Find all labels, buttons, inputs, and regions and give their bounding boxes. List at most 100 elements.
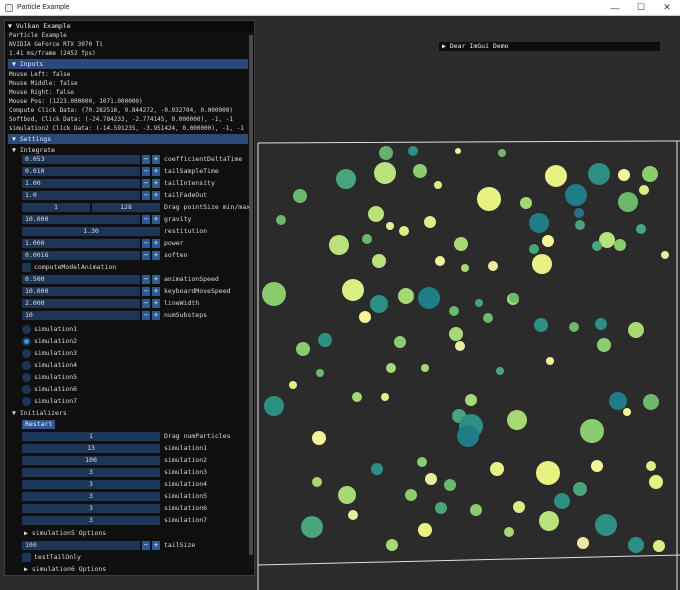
keyboard-move-speed-label: keyboardMoveSpeed [164,287,231,295]
tail-sample-time-input[interactable]: 0.010 [22,167,140,176]
simulation4-count-drag[interactable]: 3 [22,480,160,489]
restart-button[interactable]: Restart [22,420,56,429]
decrement-button[interactable]: − [142,541,150,550]
power-label: power [164,239,184,247]
simulation4-radio[interactable] [22,361,31,370]
num-substeps-input[interactable]: 10 [22,311,140,320]
simulation2-radio[interactable] [22,337,31,346]
settings-controls: 0.053 − + coefficientDeltaTime 0.010 − +… [5,155,254,575]
increment-button[interactable]: + [152,167,160,176]
restitution-slider[interactable]: 1.30 [22,227,160,236]
increment-button[interactable]: + [152,179,160,188]
collapse-arrow-icon[interactable]: ▶ [442,42,446,50]
simulation5-radio[interactable] [22,373,31,382]
increment-button[interactable]: + [152,239,160,248]
tail-fade-out-input[interactable]: 1.0 [22,191,140,200]
inputs-header[interactable]: ▼ Inputs [8,59,248,69]
simulation5-options-tree-node[interactable]: ▶ simulation5 Options [24,529,106,538]
imgui-demo-window-collapsed[interactable]: ▶ Dear ImGui Demo [439,42,660,51]
num-particles-label: Drag numParticles [164,432,231,440]
minimize-button[interactable]: — [602,0,628,16]
panel-titlebar[interactable]: ▼ Vulkan Example [5,21,254,31]
simulation1-count-drag[interactable]: 13 [22,444,160,453]
simulation3-count-label: simulation3 [164,468,208,476]
num-particles-drag[interactable]: 1 [22,432,160,441]
increment-button[interactable]: + [152,251,160,260]
particle [580,419,604,443]
simulation7-count-drag[interactable]: 3 [22,516,160,525]
tail-size-input[interactable]: 100 [22,541,140,550]
increment-button[interactable]: + [152,215,160,224]
increment-button[interactable]: + [152,299,160,308]
decrement-button[interactable]: − [142,251,150,260]
particle [490,462,504,476]
particle [398,288,414,304]
increment-button[interactable]: + [152,541,160,550]
particle [312,431,326,445]
decrement-button[interactable]: − [142,191,150,200]
coefficient-delta-time-input[interactable]: 0.053 [22,155,140,164]
panel-scrollbar[interactable] [249,33,253,569]
particle [618,192,638,212]
simulation6-count-drag[interactable]: 3 [22,504,160,513]
decrement-button[interactable]: − [142,215,150,224]
keyboard-move-speed-input[interactable]: 10.000 [22,287,140,296]
decrement-button[interactable]: − [142,155,150,164]
maximize-button[interactable]: ☐ [628,0,654,16]
increment-button[interactable]: + [152,287,160,296]
initializers-tree-node[interactable]: ▼ Initializers [12,409,67,418]
input-line: Mouse Middle: false [9,80,78,87]
tail-intensity-input[interactable]: 1.00 [22,179,140,188]
increment-button[interactable]: + [152,311,160,320]
particles-group [262,146,669,553]
increment-button[interactable]: + [152,191,160,200]
soften-input[interactable]: 0.0016 [22,251,140,260]
particle [264,396,284,416]
particle [424,216,436,228]
line-width-input[interactable]: 2.000 [22,299,140,308]
simulation5-count-drag[interactable]: 3 [22,492,160,501]
particle [546,357,554,365]
decrement-button[interactable]: − [142,179,150,188]
particle [386,363,396,373]
simulation2-count-drag[interactable]: 100 [22,456,160,465]
input-line: Compute Click Data: (70.282516, 9.844272… [9,107,233,114]
compute-model-animation-checkbox[interactable] [22,263,31,272]
point-size-max-drag[interactable]: 128 [92,203,160,212]
simulation6-options-tree-node[interactable]: ▶ simulation6 Options [24,565,106,574]
simulation7-radio[interactable] [22,397,31,406]
simulation6-radio[interactable] [22,385,31,394]
integrate-tree-node[interactable]: ▼ Integrate [5,145,254,155]
decrement-button[interactable]: − [142,311,150,320]
decrement-button[interactable]: − [142,299,150,308]
particle [591,460,603,472]
collapse-arrow-icon[interactable]: ▼ [8,22,12,30]
point-size-min-drag[interactable]: 1 [22,203,90,212]
simulation1-radio[interactable] [22,325,31,334]
test-tail-only-checkbox[interactable] [22,553,31,562]
simulation2-label: simulation2 [34,337,78,345]
particle [312,477,322,487]
simulation3-count-drag[interactable]: 3 [22,468,160,477]
decrement-button[interactable]: − [142,275,150,284]
increment-button[interactable]: + [152,275,160,284]
particle [368,206,384,222]
decrement-button[interactable]: − [142,239,150,248]
particle [509,293,519,303]
particle [444,479,456,491]
settings-header[interactable]: ▼ Settings [8,134,248,144]
particle [545,165,567,187]
power-input[interactable]: 1.000 [22,239,140,248]
increment-button[interactable]: + [152,155,160,164]
boundary-top [257,140,680,144]
decrement-button[interactable]: − [142,287,150,296]
particle [623,408,631,416]
input-line: Mouse Left: false [9,71,71,78]
particle [348,510,358,520]
simulation3-radio[interactable] [22,349,31,358]
close-button[interactable]: ✕ [654,0,680,16]
animation-speed-input[interactable]: 0.500 [22,275,140,284]
gravity-input[interactable]: 10.000 [22,215,140,224]
decrement-button[interactable]: − [142,167,150,176]
scrollbar-thumb[interactable] [249,35,253,555]
